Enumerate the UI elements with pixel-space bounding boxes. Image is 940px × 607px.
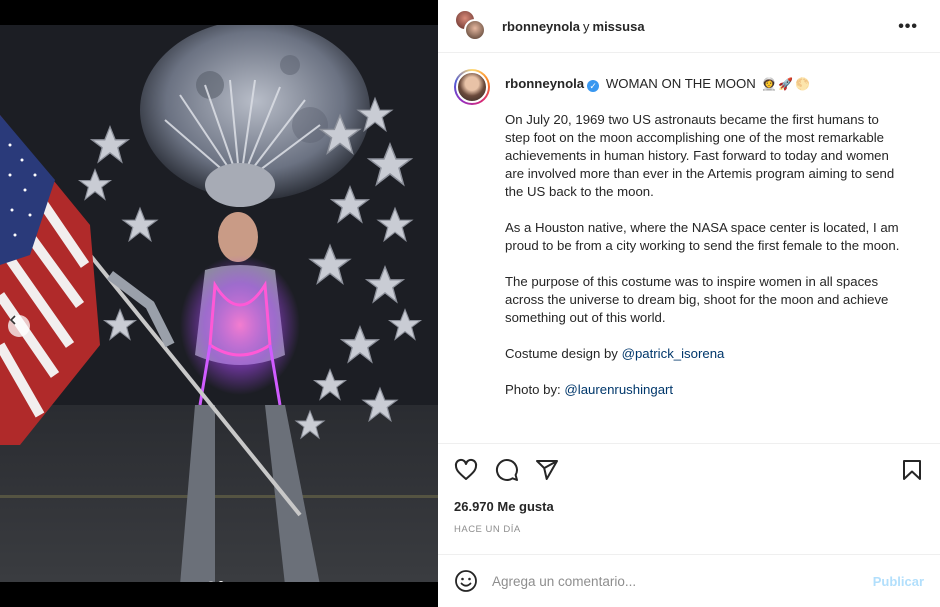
emoji-icon[interactable]	[454, 569, 478, 593]
moon-emoji-icon: 🌕	[795, 77, 811, 91]
comment-icon[interactable]	[495, 458, 519, 482]
costume-credit: Costume design by @patrick_isorena	[505, 345, 905, 363]
comment-input[interactable]	[492, 573, 863, 589]
verified-badge-icon: ✓	[587, 80, 600, 92]
carousel-dots	[208, 581, 224, 582]
carousel-dot-active	[218, 581, 224, 582]
caption-paragraph: The purpose of this costume was to inspi…	[505, 274, 889, 325]
previous-slide-button[interactable]	[8, 315, 30, 337]
mention-link[interactable]: @patrick_isorena	[622, 346, 725, 361]
caption-text: rbonneynola ✓ WOMAN ON THE MOON 👩‍🚀 🚀 🌕 On …	[505, 75, 905, 399]
avatar[interactable]	[454, 69, 490, 105]
post-image[interactable]	[0, 25, 438, 582]
chevron-left-icon	[9, 315, 16, 325]
likes-count[interactable]: 26.970 Me gusta	[454, 499, 554, 514]
caption-paragraph: As a Houston native, where the NASA spac…	[505, 220, 900, 253]
username-link[interactable]: missusa	[593, 19, 645, 34]
post-panel: rbonneynola y missusa ••• rbonneynola ✓ WOM…	[438, 0, 940, 607]
username-link[interactable]: rbonneynola	[502, 19, 580, 34]
mention-link[interactable]: @laurenrushingart	[564, 382, 673, 397]
caption-title: WOMAN ON THE MOON	[605, 76, 756, 91]
costume-photo	[0, 25, 438, 582]
rocket-emoji-icon: 🚀	[778, 77, 794, 91]
publish-button[interactable]: Publicar	[873, 574, 924, 589]
header-usernames: rbonneynola y missusa	[502, 19, 645, 34]
astronaut-emoji-icon: 👩‍🚀	[761, 77, 777, 91]
heart-icon[interactable]	[454, 458, 478, 482]
post-timestamp[interactable]: HACE UN DÍA	[454, 524, 521, 535]
avatar[interactable]	[464, 19, 486, 41]
credit-label: Costume design by	[505, 346, 622, 361]
comment-box: Publicar	[438, 554, 940, 607]
bookmark-icon[interactable]	[900, 458, 924, 482]
collab-avatars[interactable]	[454, 9, 488, 43]
action-bar	[438, 443, 940, 499]
credit-label: Photo by:	[505, 382, 565, 397]
joiner-text: y	[583, 18, 590, 34]
carousel-dot	[208, 581, 214, 582]
more-options-button[interactable]: •••	[898, 18, 918, 36]
share-icon[interactable]	[535, 458, 559, 482]
caption-section: rbonneynola ✓ WOMAN ON THE MOON 👩‍🚀 🚀 🌕 On …	[438, 53, 940, 443]
post-header: rbonneynola y missusa •••	[438, 0, 940, 53]
caption-username[interactable]: rbonneynola	[505, 76, 584, 91]
caption-paragraph: On July 20, 1969 two US astronauts becam…	[505, 112, 895, 199]
photo-credit: Photo by: @laurenrushingart	[505, 381, 905, 399]
